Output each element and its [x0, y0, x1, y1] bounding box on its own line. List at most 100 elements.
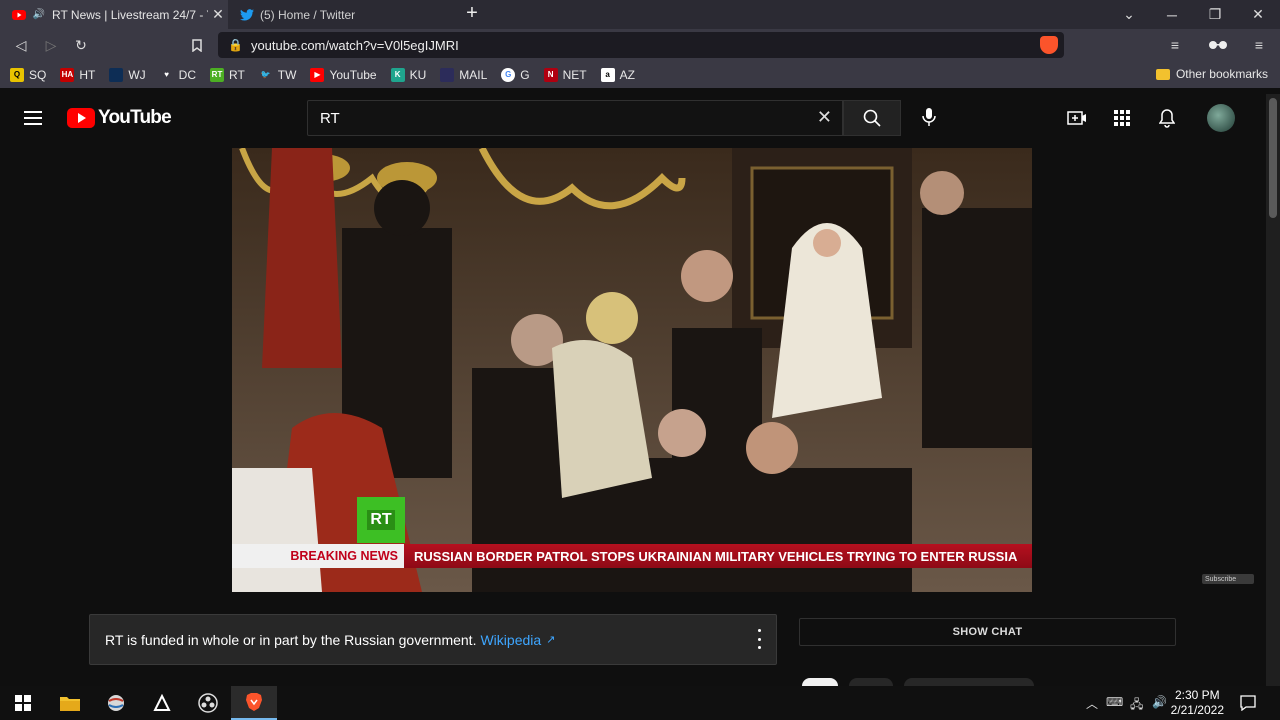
bookmarks-bar: Q SQ HA HT WJ ♥ DC RT RT 🐦 TW ▶ YouTube K KU MA…: [0, 61, 1280, 88]
funding-info-panel: RT is funded in whole or in part by the …: [89, 614, 777, 665]
youtube-play-icon: [67, 108, 95, 128]
clock-time: 2:30 PM: [1174, 688, 1220, 702]
file-explorer-button[interactable]: [47, 686, 93, 720]
video-player[interactable]: RT BREAKING NEWS RUSSIAN BORDER PATROL S…: [232, 148, 1032, 592]
youtube-favicon-icon: [12, 8, 26, 22]
rt-channel-logo: RT: [357, 497, 405, 543]
forward-button[interactable]: ▷: [40, 34, 62, 56]
browser-toolbar: ◁ ▷ ↻ 🔒 youtube.com/watch?v=V0l5egIJMRI …: [0, 29, 1280, 61]
youtube-header: YouTube RT ✕: [0, 94, 1266, 144]
google-icon: G: [501, 67, 516, 82]
bookmark-ht[interactable]: HA HT: [60, 67, 95, 82]
youtube-icon: ▶: [310, 67, 325, 82]
subscribe-watermark[interactable]: Subscribe: [1202, 574, 1254, 584]
obs-button[interactable]: [185, 686, 231, 720]
menu-icon[interactable]: ≡: [1248, 34, 1270, 56]
volume-icon[interactable]: 🔊: [1152, 695, 1167, 709]
tab-youtube[interactable]: 🔊 RT News | Livestream 24/7 - Yo ✕: [0, 0, 228, 29]
speaker-icon[interactable]: 🔊: [32, 8, 46, 22]
show-hidden-icons-chevron[interactable]: ︿: [1086, 695, 1098, 712]
bookmark-icon[interactable]: [186, 34, 208, 56]
minimize-button[interactable]: ─: [1150, 0, 1194, 29]
tab-title: (5) Home / Twitter: [260, 7, 356, 22]
bookmark-sq[interactable]: Q SQ: [10, 67, 46, 82]
folder-icon: [60, 697, 80, 711]
news-headline: RUSSIAN BORDER PATROL STOPS UKRAINIAN MI…: [404, 544, 1032, 568]
close-window-button[interactable]: ✕: [1236, 0, 1280, 29]
wikipedia-link[interactable]: Wikipedia: [480, 632, 541, 648]
action-center-icon: [1240, 695, 1256, 711]
breaking-news-ticker: BREAKING NEWS RUSSIAN BORDER PATROL STOP…: [232, 544, 1032, 568]
app-icon: [153, 694, 171, 711]
chip[interactable]: [849, 678, 893, 686]
bookmark-tw[interactable]: 🐦 TW: [259, 68, 297, 82]
brave-shield-icon[interactable]: [1040, 36, 1058, 54]
mail-icon: [440, 67, 455, 82]
bookmark-g[interactable]: GG: [501, 67, 530, 82]
brave-lion-icon: [246, 693, 262, 711]
youtube-logo[interactable]: YouTube: [67, 107, 172, 129]
new-tab-button[interactable]: +: [462, 3, 482, 24]
rt-icon: RT: [210, 67, 225, 82]
windows-logo-icon: [15, 695, 31, 711]
scrollbar-thumb[interactable]: [1269, 98, 1277, 218]
wj-icon: [109, 67, 124, 82]
search-input[interactable]: RT ✕: [307, 100, 843, 136]
bookmark-az[interactable]: a AZ: [600, 67, 635, 82]
url-text: youtube.com/watch?v=V0l5egIJMRI: [250, 37, 459, 53]
search-value: RT: [320, 109, 340, 127]
language-icon[interactable]: ⌨: [1106, 695, 1123, 709]
globe-app-icon: [108, 695, 124, 711]
start-button[interactable]: [0, 686, 46, 720]
back-button[interactable]: ◁: [10, 34, 32, 56]
breaking-news-label: BREAKING NEWS: [232, 544, 404, 568]
amazon-icon: a: [600, 67, 615, 82]
bookmark-mail[interactable]: MAIL: [440, 67, 487, 82]
notifications-button[interactable]: [1228, 686, 1268, 720]
heart-icon: ♥: [164, 70, 170, 79]
app-button[interactable]: [93, 686, 139, 720]
sq-icon: Q: [10, 67, 24, 82]
guide-menu-icon[interactable]: [24, 111, 42, 125]
folder-icon: [1155, 68, 1170, 80]
tab-search-chevron-icon[interactable]: ⌄: [1107, 0, 1151, 29]
brave-browser-button[interactable]: [231, 686, 277, 720]
page-scrollbar[interactable]: [1266, 94, 1280, 686]
show-chat-button[interactable]: SHOW CHAT: [799, 618, 1176, 646]
incognito-glasses-icon[interactable]: [1205, 34, 1231, 56]
reading-list-icon[interactable]: ≡: [1164, 34, 1186, 56]
address-bar[interactable]: 🔒 youtube.com/watch?v=V0l5egIJMRI: [218, 32, 1064, 58]
notifications-bell-icon[interactable]: [1155, 106, 1179, 130]
tab-twitter[interactable]: (5) Home / Twitter: [228, 0, 454, 29]
close-tab-icon[interactable]: ✕: [208, 6, 228, 23]
browser-tab-bar: 🔊 RT News | Livestream 24/7 - Yo ✕ (5) H…: [0, 0, 1280, 29]
bookmark-wj[interactable]: WJ: [109, 67, 146, 82]
lock-icon: 🔒: [228, 38, 243, 52]
bookmark-net[interactable]: N NET: [543, 67, 587, 82]
system-clock[interactable]: 2:30 PM 2/21/2022: [1171, 688, 1224, 718]
chip[interactable]: [904, 678, 1034, 686]
clock-date: 2/21/2022: [1170, 703, 1224, 717]
microphone-icon: [922, 108, 936, 126]
app-button[interactable]: [139, 686, 185, 720]
reload-button[interactable]: ↻: [70, 34, 92, 56]
more-options-icon[interactable]: [756, 629, 762, 649]
bookmark-ku[interactable]: K KU: [390, 67, 426, 82]
funding-text: RT is funded in whole or in part by the …: [105, 631, 477, 648]
network-icon[interactable]: 🖧: [1130, 695, 1143, 716]
restore-button[interactable]: ❐: [1193, 0, 1237, 29]
chip[interactable]: [802, 678, 838, 686]
bookmark-rt[interactable]: RT RT: [210, 67, 245, 82]
search-button[interactable]: [843, 100, 901, 136]
twitter-icon: 🐦: [260, 70, 271, 79]
bookmark-dc[interactable]: ♥ DC: [160, 68, 196, 82]
windows-taskbar: ︿ ⌨ 🖧 🔊 2:30 PM 2/21/2022: [0, 686, 1280, 720]
voice-search-button[interactable]: [914, 102, 944, 132]
ku-icon: K: [390, 67, 405, 82]
bookmark-youtube[interactable]: ▶ YouTube: [310, 67, 377, 82]
clear-search-icon[interactable]: ✕: [817, 107, 832, 128]
apps-grid-icon[interactable]: [1110, 106, 1134, 130]
other-bookmarks[interactable]: Other bookmarks: [1155, 67, 1268, 81]
account-avatar[interactable]: [1207, 104, 1235, 132]
create-video-icon[interactable]: [1065, 106, 1089, 130]
